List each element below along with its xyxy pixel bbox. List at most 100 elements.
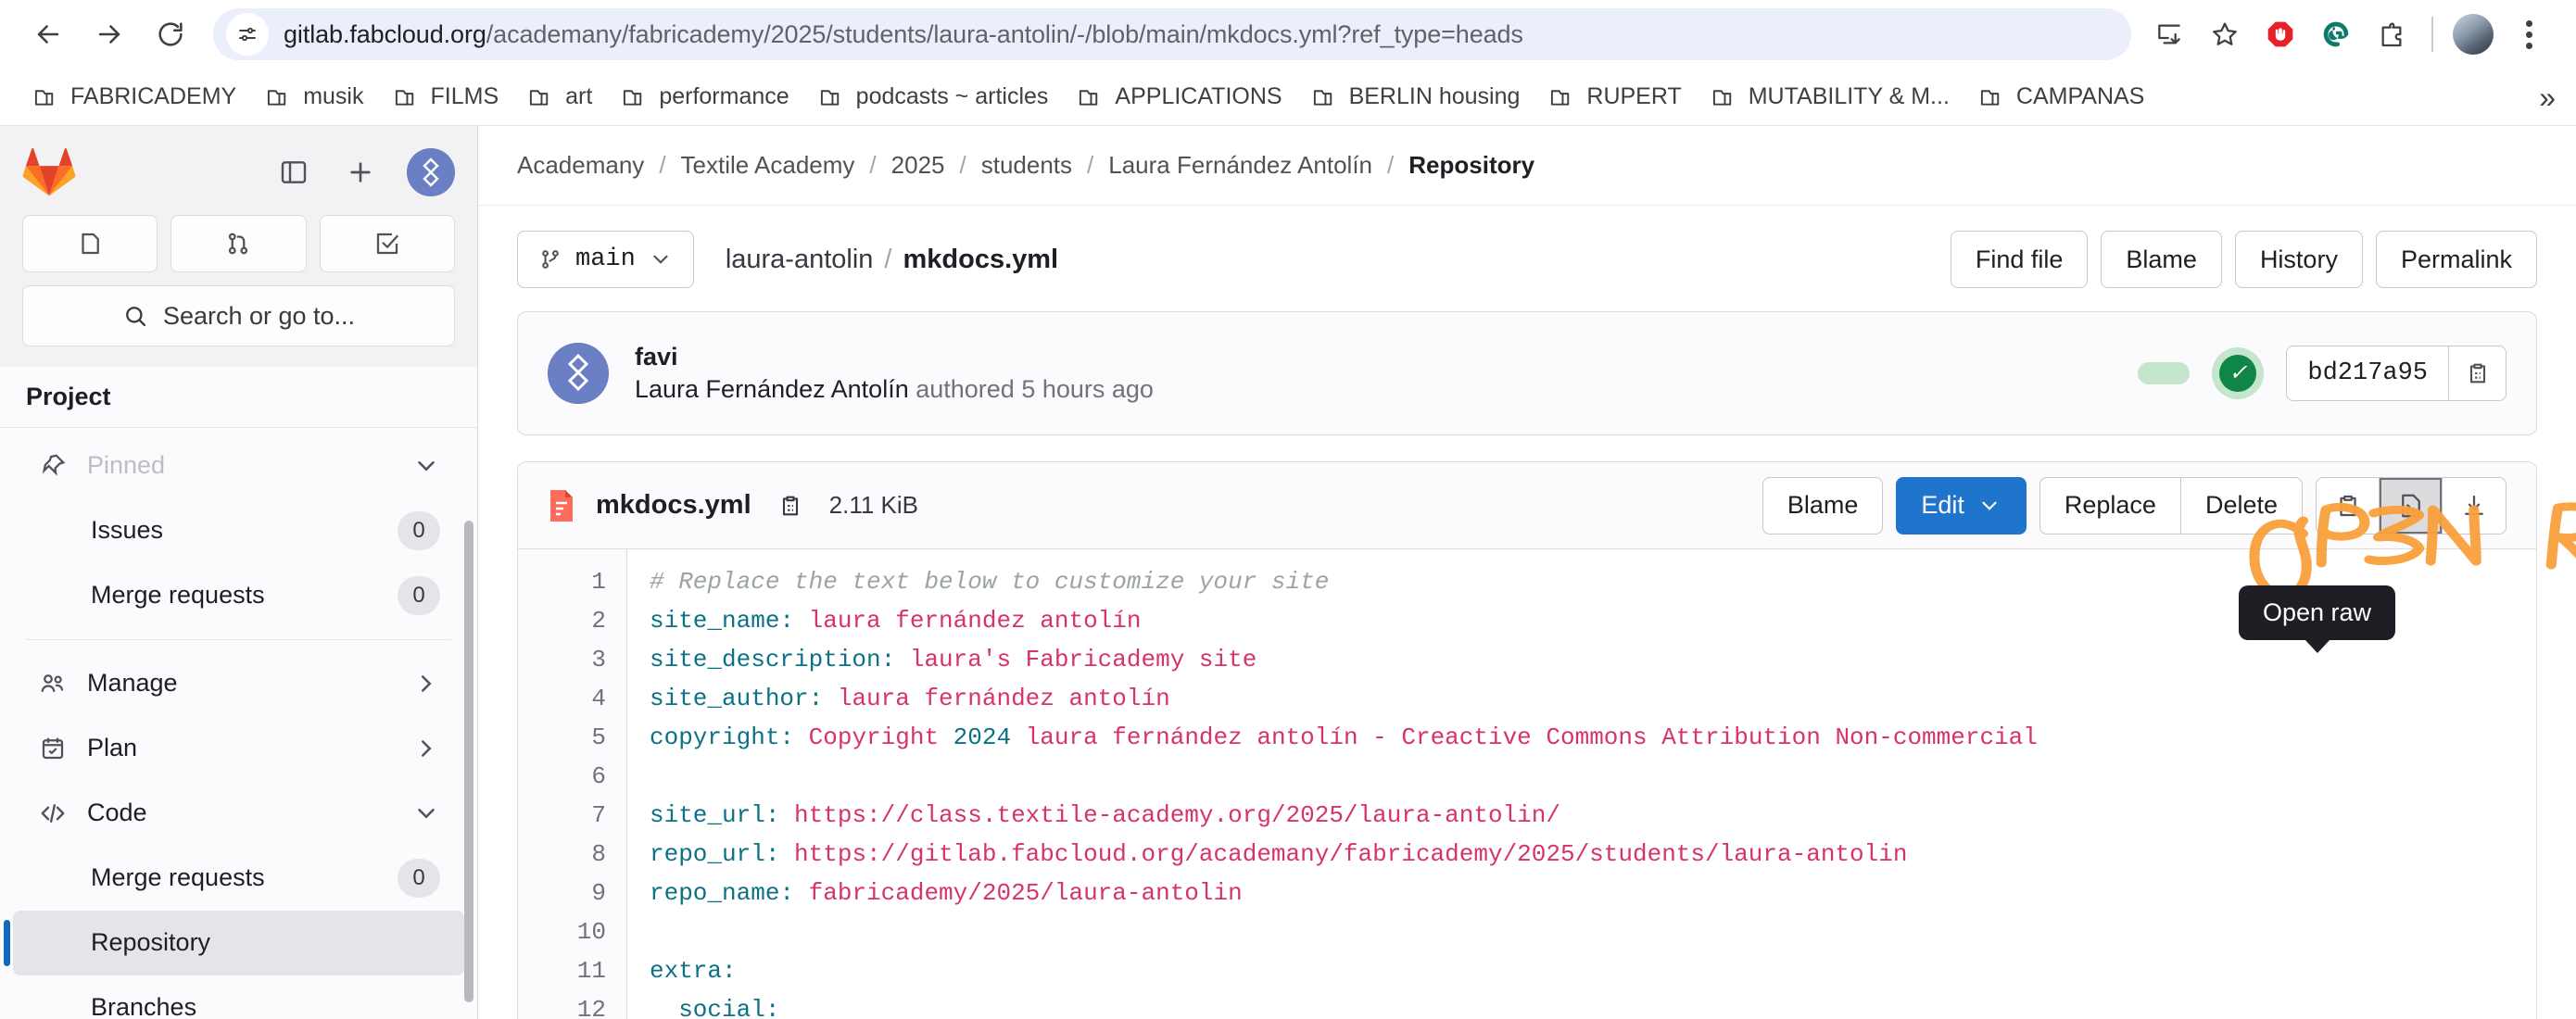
replace-delete-group: Replace Delete — [2039, 476, 2303, 535]
line-number[interactable]: 11 — [518, 951, 626, 990]
pipeline-status-badge[interactable]: ✓ — [2212, 347, 2265, 399]
profile-avatar[interactable] — [2446, 7, 2500, 61]
sidebar-item-merge-requests-pinned[interactable]: Merge requests 0 — [13, 563, 464, 628]
bookmark-label: MUTABILITY & M... — [1748, 83, 1950, 109]
bookmark-item[interactable]: BERLIN housing — [1297, 76, 1535, 118]
commit-message[interactable]: favi — [635, 343, 1154, 371]
sidebar-item-label: Manage — [87, 669, 178, 698]
download-icon[interactable] — [2443, 478, 2506, 534]
bookmark-label: BERLIN housing — [1348, 83, 1521, 109]
sidebar-divider — [26, 638, 451, 640]
line-number[interactable]: 12 — [518, 990, 626, 1019]
bookmark-item[interactable]: APPLICATIONS — [1063, 76, 1296, 118]
sidebar-item-merge-requests[interactable]: Merge requests 0 — [13, 846, 464, 911]
blame-button-top[interactable]: Blame — [2101, 231, 2222, 288]
tooltip-text: Open raw — [2263, 598, 2372, 626]
install-app-icon[interactable] — [2142, 7, 2196, 61]
line-number-gutter: 1 2 3 4 5 6 7 8 9 10 11 12 — [518, 549, 627, 1019]
bookmark-label: APPLICATIONS — [1115, 83, 1282, 109]
bookmark-item[interactable]: CAMPANAS — [1964, 76, 2159, 118]
bookmarks-bar: FABRICADEMY musik FILMS art performance … — [0, 69, 2576, 126]
code-token: site_url: — [650, 801, 780, 829]
file-path-dir[interactable]: laura-antolin — [726, 245, 874, 274]
line-number[interactable]: 1 — [518, 562, 626, 601]
file-icon-actions — [2316, 476, 2507, 535]
sidebar-item-plan[interactable]: Plan — [13, 716, 464, 781]
line-number[interactable]: 7 — [518, 796, 626, 835]
find-file-button[interactable]: Find file — [1950, 231, 2089, 288]
sidebar-item-code[interactable]: Code — [13, 781, 464, 846]
grammarly-icon[interactable] — [2309, 7, 2363, 61]
commit-author-name[interactable]: Laura Fernández Antolín — [635, 375, 909, 403]
copy-file-path-icon[interactable] — [772, 487, 809, 524]
breadcrumb-item-academany[interactable]: Academany — [517, 151, 644, 180]
line-number[interactable]: 5 — [518, 718, 626, 757]
delete-button[interactable]: Delete — [2181, 478, 2302, 534]
sidebar-scrollbar[interactable] — [464, 520, 474, 1002]
line-number[interactable]: 6 — [518, 757, 626, 796]
sidebar-item-label: Code — [87, 799, 147, 827]
gitlab-logo-icon[interactable] — [22, 147, 76, 197]
commit-sha[interactable]: bd217a95 — [2287, 346, 2448, 400]
sidebar-item-issues[interactable]: Issues 0 — [13, 498, 464, 563]
site-settings-icon[interactable] — [226, 13, 269, 56]
open-raw-icon[interactable] — [2380, 477, 2443, 534]
branch-name: main — [575, 245, 636, 273]
bookmark-item[interactable]: RUPERT — [1534, 76, 1696, 118]
branch-selector[interactable]: main — [517, 231, 694, 288]
bookmark-item[interactable]: FILMS — [379, 76, 514, 118]
breadcrumb-item-textile-academy[interactable]: Textile Academy — [681, 151, 855, 180]
bookmark-label: musik — [303, 83, 364, 109]
bookmark-star-icon[interactable] — [2198, 7, 2252, 61]
sidebar-item-manage[interactable]: Manage — [13, 651, 464, 716]
permalink-button[interactable]: Permalink — [2375, 231, 2537, 288]
breadcrumb-item-2025[interactable]: 2025 — [891, 151, 945, 180]
code-line: social: — [650, 990, 2536, 1019]
line-number[interactable]: 4 — [518, 679, 626, 718]
breadcrumb-item-repository[interactable]: Repository — [1408, 151, 1534, 180]
bookmark-item[interactable]: podcasts ~ articles — [804, 76, 1064, 118]
replace-button[interactable]: Replace — [2040, 477, 2181, 534]
extensions-icon[interactable] — [2365, 7, 2418, 61]
copy-commit-sha-icon[interactable] — [2448, 346, 2506, 400]
edit-button[interactable]: Edit — [1896, 476, 2027, 535]
bookmark-item[interactable]: art — [513, 76, 607, 118]
line-number[interactable]: 10 — [518, 912, 626, 951]
bookmark-item[interactable]: MUTABILITY & M... — [1697, 76, 1964, 118]
search-input[interactable]: Search or go to... — [22, 285, 455, 346]
chrome-menu-icon[interactable] — [2502, 7, 2556, 61]
create-new-icon[interactable] — [340, 152, 381, 193]
user-avatar[interactable] — [407, 148, 455, 196]
bookmark-item[interactable]: musik — [251, 76, 378, 118]
merge-requests-shortcut-icon[interactable] — [170, 215, 307, 272]
breadcrumb-item-user[interactable]: Laura Fernández Antolín — [1108, 151, 1372, 180]
line-number[interactable]: 9 — [518, 874, 626, 912]
code-line: site_author: laura fernández antolín — [650, 679, 2536, 718]
bookmarks-overflow-icon[interactable]: » — [2539, 82, 2556, 112]
blame-button[interactable]: Blame — [1762, 476, 1884, 535]
sidebar-item-repository[interactable]: Repository — [4, 910, 464, 975]
code-token: repo_name: — [650, 879, 795, 907]
line-number[interactable]: 3 — [518, 640, 626, 679]
sidebar-item-pinned[interactable]: Pinned — [13, 434, 464, 498]
address-bar[interactable]: gitlab.fabcloud.org/academany/fabricadem… — [213, 8, 2131, 60]
toggle-sidebar-icon[interactable] — [273, 152, 314, 193]
copy-contents-icon[interactable] — [2317, 477, 2380, 534]
sidebar-item-branches[interactable]: Branches — [13, 975, 464, 1019]
issues-shortcut-icon[interactable] — [22, 215, 158, 272]
bookmark-item[interactable]: FABRICADEMY — [19, 76, 251, 118]
breadcrumb-separator: / — [1387, 151, 1395, 179]
breadcrumb-item-students[interactable]: students — [981, 151, 1072, 180]
adblock-icon[interactable] — [2254, 7, 2307, 61]
code-token: laura fernández antolín — [794, 607, 1142, 635]
main-content: Academany / Textile Academy / 2025 / stu… — [478, 126, 2576, 1019]
line-number[interactable]: 2 — [518, 601, 626, 640]
bookmark-item[interactable]: performance — [607, 76, 803, 118]
line-number[interactable]: 8 — [518, 835, 626, 874]
history-button[interactable]: History — [2234, 231, 2363, 288]
forward-arrow-icon[interactable] — [82, 6, 137, 62]
reload-icon[interactable] — [143, 6, 198, 62]
todos-shortcut-icon[interactable] — [319, 215, 455, 272]
back-arrow-icon[interactable] — [20, 6, 76, 62]
commit-author-avatar[interactable] — [548, 343, 609, 404]
